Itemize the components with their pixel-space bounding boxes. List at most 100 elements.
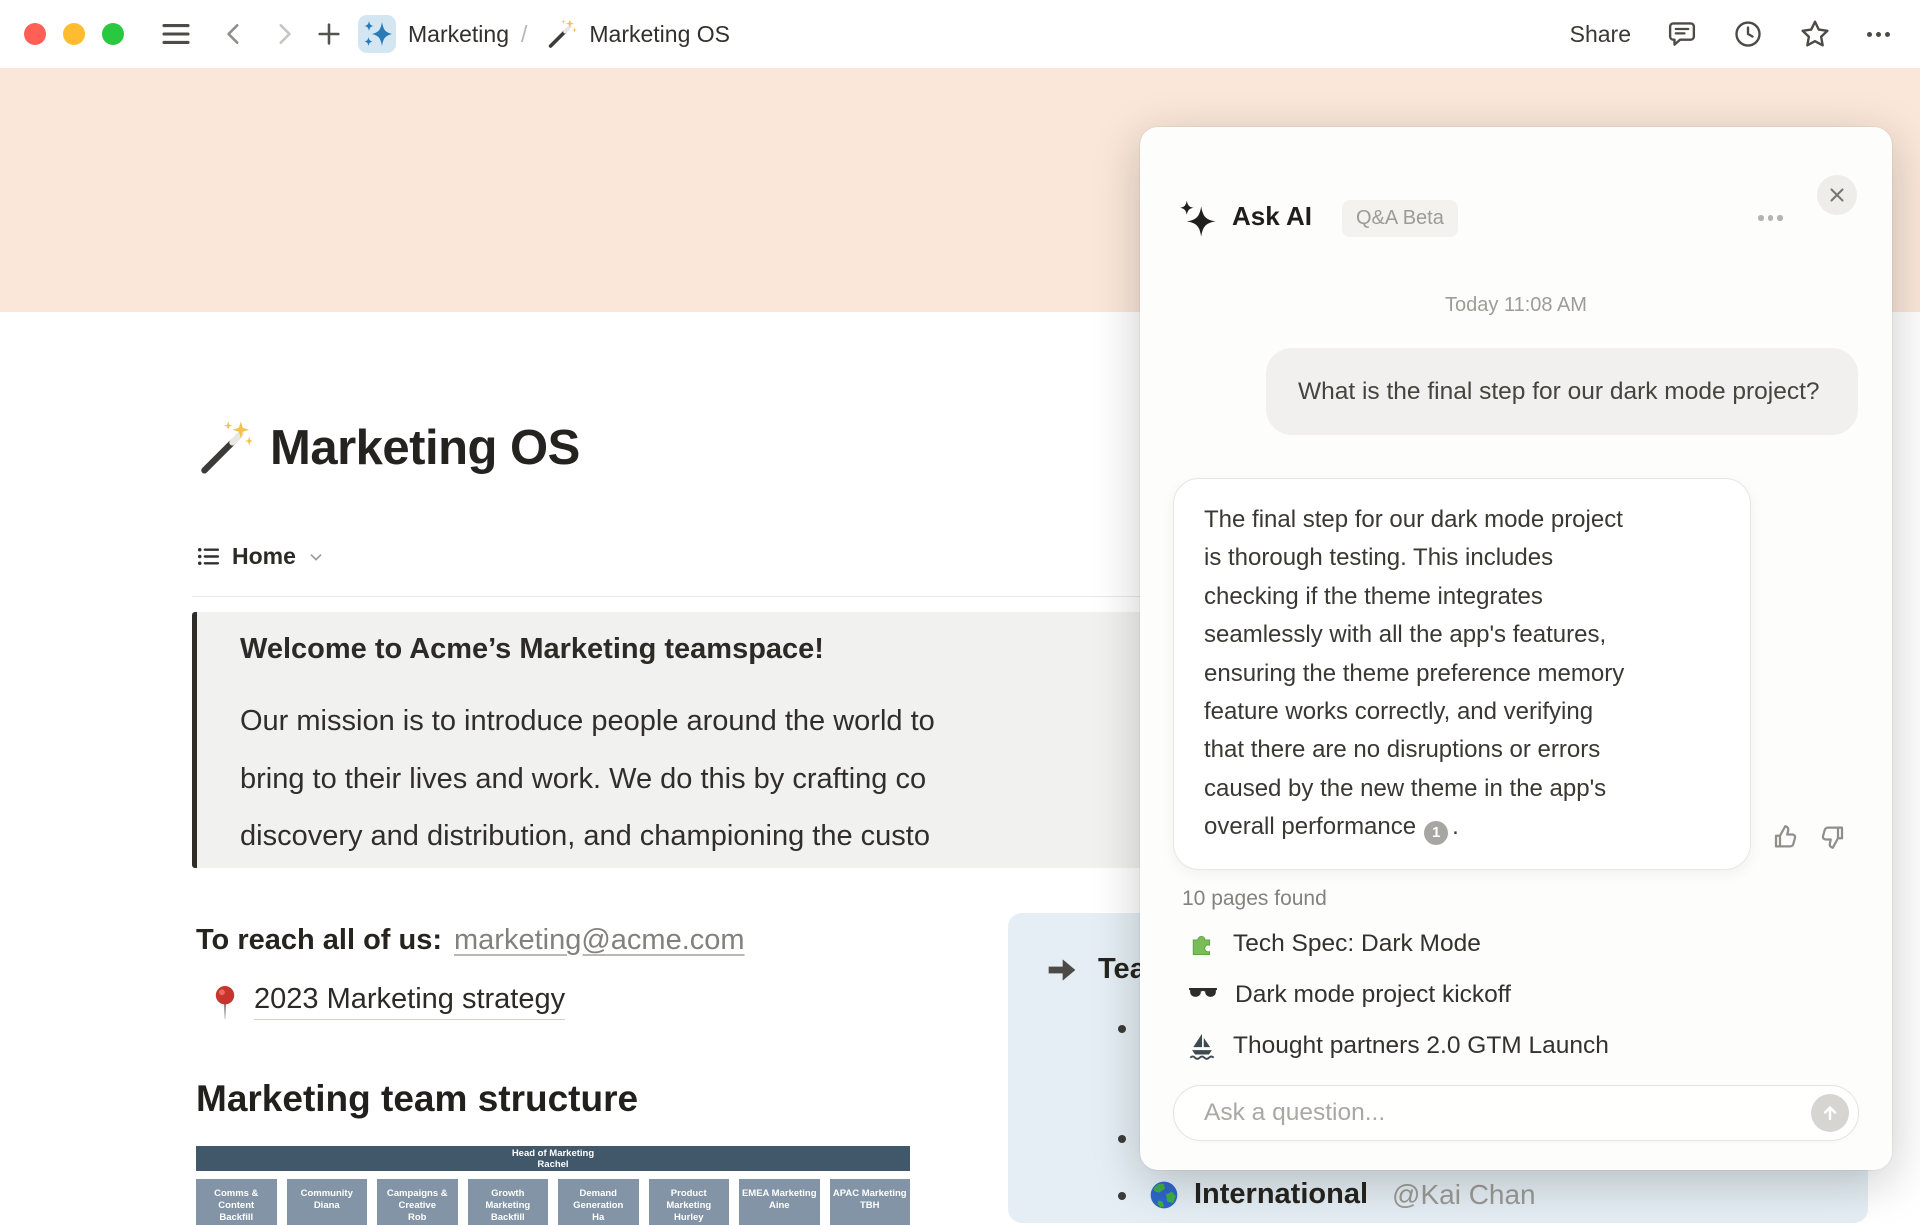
breadcrumb-separator: / [520,20,528,47]
user-question-bubble: What is the final step for our dark mode… [1266,348,1858,435]
result-page-link[interactable]: Thought partners 2.0 GTM Launch [1188,1032,1609,1060]
toolbar-actions: Share [1570,0,1890,68]
sunglasses-icon [1189,988,1217,997]
thumbs-up-icon[interactable] [1770,822,1800,852]
answer-line: overall performance [1204,813,1417,841]
result-title: Thought partners 2.0 GTM Launch [1233,1032,1609,1059]
ask-question-bar [1173,1085,1859,1141]
result-title: Tech Spec: Dark Mode [1233,930,1481,957]
answer-line: seamlessly with all the app's features, [1204,621,1607,649]
puzzle-piece-icon [1192,935,1211,955]
close-window-button[interactable] [24,23,46,45]
contact-line: To reach all of us: marketing@acme.com [196,924,745,957]
email-link[interactable]: marketing@acme.com [454,924,745,957]
answer-line: caused by the new theme in the app's [1204,774,1607,802]
close-icon [1830,188,1844,202]
org-box: Growth Marketing Backfill [467,1179,548,1225]
org-head-name: Rachel [537,1159,569,1170]
favorite-star-icon[interactable] [1799,18,1831,50]
org-head-title: Head of Marketing [511,1148,595,1159]
breadcrumb-teamspace[interactable]: Marketing [408,21,509,48]
pushpin-icon [215,985,235,1019]
page-title-row: Marketing OS [196,420,580,476]
answer-line: The final step for our dark mode project [1204,506,1623,533]
answer-line: that there are no disruptions or errors [1204,736,1601,764]
org-head-bar: Head of Marketing Rachel [196,1146,910,1171]
sailboat-icon [1189,1033,1215,1060]
panel-more-button[interactable] [1758,215,1783,221]
breadcrumb-page[interactable]: Marketing OS [589,21,730,48]
sidebar-menu-button[interactable] [158,0,194,68]
team-structure-heading: Marketing team structure [196,1078,639,1119]
callout-heading: Welcome to Acme’s Marketing teamspace! [240,633,824,665]
thumbs-down-icon[interactable] [1818,822,1848,852]
page-title: Marketing OS [270,421,580,475]
list-view-icon [197,547,220,566]
org-box: Campaigns & Creative Rob [377,1179,458,1225]
zoom-window-button[interactable] [102,23,124,45]
notion-window: Marketing / Marketing OS Share Marketing… [0,0,1920,1225]
view-tab-label: Home [232,543,296,569]
result-title: Dark mode project kickoff [1235,981,1511,1008]
org-box: Comms & Content Backfill [196,1179,277,1225]
nav-back-button[interactable] [218,0,250,68]
result-page-link[interactable]: Dark mode project kickoff [1188,981,1511,1009]
answer-line: feature works correctly, and verifying [1204,698,1594,726]
nav-forward-button[interactable] [268,0,300,68]
hamburger-icon [162,24,190,44]
list-bullet [1118,1135,1126,1143]
chevron-left-icon [227,24,239,44]
pages-found-label: 10 pages found [1182,887,1327,910]
new-tab-button[interactable] [312,0,346,68]
magic-wand-icon [549,19,578,48]
ask-question-input[interactable] [1202,1087,1766,1139]
arrow-right-icon [1048,958,1076,981]
panel-close-button[interactable] [1817,175,1857,215]
answer-line: ensuring the theme preference memory [1204,659,1625,687]
strategy-page-link[interactable]: 2023 Marketing strategy [211,983,566,1020]
history-clock-icon[interactable] [1733,19,1763,49]
more-options-button[interactable] [1867,31,1890,37]
tab-divider [192,596,1202,597]
answer-line: is thorough testing. This includes [1204,544,1554,572]
qa-beta-badge: Q&A Beta [1342,200,1458,237]
international-list-item[interactable]: International @Kai Chan [1148,1178,1536,1211]
plus-icon [318,23,340,45]
teamspace-icon[interactable] [358,15,396,53]
callout-line: discovery and distribution, and champion… [240,820,930,852]
ask-ai-title: Ask AI [1232,201,1312,231]
ai-sparkle-icon [1180,200,1216,237]
person-mention[interactable]: @Kai Chan [1392,1179,1536,1211]
org-box: Community Diana [286,1179,367,1225]
answer-feedback [1770,822,1848,852]
ask-ai-header: Ask AI Q&A Beta [1140,127,1892,257]
org-box: APAC Marketing TBH [829,1179,910,1225]
ask-ai-panel: Ask AI Q&A Beta Today 11:08 AM What is t… [1140,127,1892,1170]
answer-line: checking if the theme integrates [1204,582,1543,610]
org-chart-image[interactable]: Head of Marketing Rachel Comms & Content… [196,1146,910,1225]
list-bullet [1118,1192,1126,1200]
send-button[interactable] [1811,1094,1849,1132]
list-bullet [1118,1025,1126,1033]
share-button[interactable]: Share [1570,21,1631,48]
minimize-window-button[interactable] [63,23,85,45]
team-card-heading: Tea [1098,953,1146,985]
ai-answer-bubble: The final step for our dark mode project… [1173,478,1751,870]
arrow-up-icon [1823,1106,1837,1121]
traffic-lights [24,23,124,45]
citation-badge[interactable]: 1 [1424,821,1449,846]
answer-suffix: . [1452,813,1459,841]
answer-last-line: overall performance 1. [1204,808,1720,846]
org-box: Product Marketing Hurley [648,1179,729,1225]
magic-wand-icon [201,421,252,474]
view-tab-home[interactable]: Home [196,543,325,570]
globe-icon [1150,1181,1178,1208]
org-box: EMEA Marketing Aine [739,1179,820,1225]
team-card-heading-row: Tea [1046,953,1146,986]
result-page-link[interactable]: Tech Spec: Dark Mode [1188,930,1481,958]
chevron-down-icon [310,553,322,561]
comments-icon[interactable] [1667,19,1697,49]
chevron-right-icon [279,24,291,44]
conversation-timestamp: Today 11:08 AM [1445,294,1587,316]
contact-label: To reach all of us: [196,924,443,956]
